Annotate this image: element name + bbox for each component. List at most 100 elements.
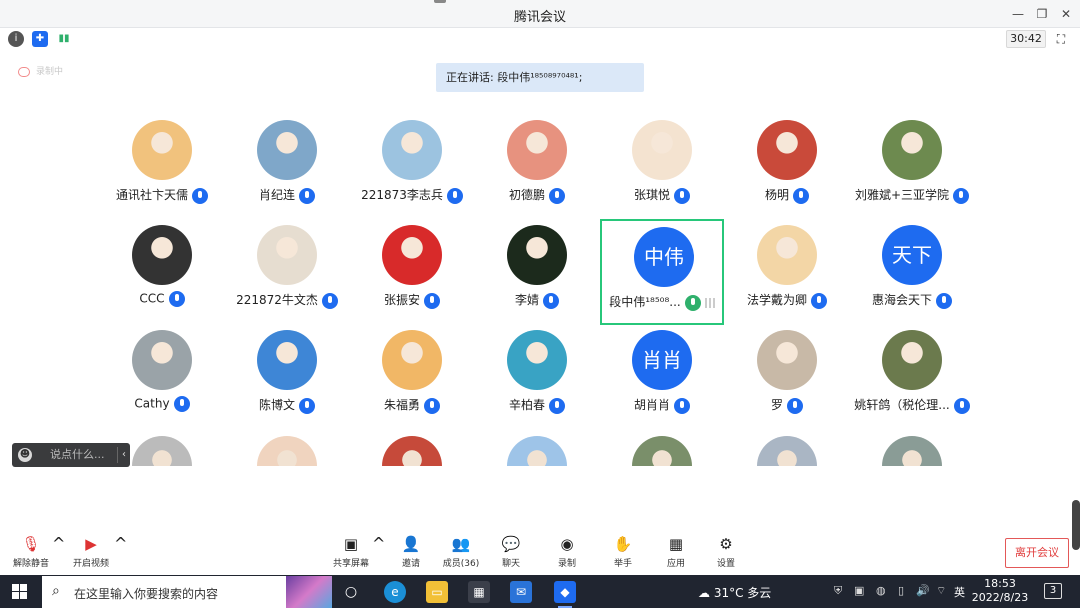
unmute-button[interactable]: 🎙 解除静音 (6, 534, 56, 572)
participant-tile[interactable]: 法学戴为卿 (725, 225, 849, 329)
participant-name-line: 221872牛文杰 (225, 291, 349, 311)
participant-avatar (882, 120, 942, 180)
participant-tile[interactable]: 天下 惠海会天下 (850, 225, 974, 329)
volume-icon[interactable]: 🔊 (916, 584, 930, 597)
ime-indicator[interactable]: 英 (954, 584, 965, 600)
mic-icon (674, 187, 690, 204)
settings-label: 设置 (716, 559, 735, 569)
share-options-chevron-icon[interactable]: ^ (372, 534, 385, 572)
participant-tile[interactable]: 肖肖 胡肖肖 (600, 330, 724, 434)
participant-tile[interactable]: CCC (100, 225, 224, 329)
record-label: 录制 (557, 559, 576, 569)
chat-placeholder[interactable]: 说点什么... (50, 443, 105, 467)
record-button[interactable]: ◉ 录制 (542, 534, 592, 572)
tray-shield-icon[interactable]: ⛨ (834, 584, 842, 598)
participant-avatar-partial[interactable] (382, 436, 442, 466)
pin-handle[interactable] (434, 0, 446, 3)
notification-icon[interactable]: 3 (1044, 583, 1062, 599)
minimize-icon[interactable]: — (1008, 4, 1028, 24)
tray-image-icon[interactable]: ▣ (854, 584, 864, 597)
shield-icon[interactable]: ✚ (32, 31, 48, 47)
participant-avatar (757, 330, 817, 390)
mic-icon (192, 187, 208, 204)
video-options-chevron-icon[interactable]: ^ (114, 534, 127, 572)
participant-avatar-partial[interactable] (882, 436, 942, 466)
participant-tile[interactable]: 陈博文 (225, 330, 349, 434)
participant-tile[interactable]: 刘雅斌+三亚学院 (850, 120, 974, 224)
chat-button[interactable]: 💬 聊天 (486, 534, 536, 572)
search-placeholder[interactable]: 在这里输入你要搜索的内容 (74, 585, 218, 602)
participant-avatar-partial[interactable] (757, 436, 817, 466)
participant-tile[interactable]: 辛柏春 (475, 330, 599, 434)
cloud-record-icon (18, 66, 30, 77)
participant-name: 杨明 (764, 188, 789, 202)
signal-icon[interactable]: ▮▮ (56, 31, 72, 47)
side-handle[interactable] (1072, 500, 1080, 550)
participant-tile[interactable]: 中伟 段中伟¹⁸⁵⁰⁸... (600, 219, 724, 325)
participant-tile[interactable]: 221873李志兵 (350, 120, 474, 224)
tencent-meeting-taskbar-icon[interactable]: ◆ (554, 581, 576, 608)
participant-tile[interactable]: 姚轩鸽（税伦理... (850, 330, 974, 434)
chat-bubble-icon: 💬 (501, 535, 521, 553)
emoji-icon[interactable]: ☻ (18, 448, 32, 462)
raise-hand-button[interactable]: ✋ 举手 (598, 534, 648, 572)
store-icon[interactable]: ▦ (468, 581, 490, 603)
fullscreen-icon[interactable]: ⛶ (1054, 32, 1068, 46)
speaking-banner: 正在讲话: 段中伟¹⁸⁵⁰⁸⁹⁷⁰⁴⁸¹; (436, 63, 644, 92)
status-bar: i ✚ ▮▮ 30:42 ⛶ (0, 28, 1080, 50)
participant-name: 法学戴为卿 (746, 293, 807, 307)
share-screen-button[interactable]: ▣ 共享屏幕 (326, 534, 376, 572)
edge-browser-icon[interactable]: e (384, 581, 406, 603)
participant-avatar (507, 330, 567, 390)
task-view-icon[interactable]: ○ (340, 581, 362, 603)
leave-meeting-button[interactable]: 离开会议 (1005, 538, 1069, 568)
participant-tile[interactable]: 肖纪连 (225, 120, 349, 224)
participant-name: 辛柏春 (508, 398, 545, 412)
tray-usb-icon[interactable]: ▯ (898, 584, 904, 597)
participant-tile[interactable]: 张振安 (350, 225, 474, 329)
participant-tile[interactable]: 朱福勇 (350, 330, 474, 434)
participant-tile[interactable]: 杨明 (725, 120, 849, 224)
invite-button[interactable]: 👤 邀请 (386, 534, 436, 572)
participant-tile[interactable]: 李婧 (475, 225, 599, 329)
participant-avatar-partial[interactable] (132, 436, 192, 466)
close-icon[interactable]: ✕ (1056, 4, 1076, 24)
participant-name-line: 胡肖肖 (600, 396, 724, 416)
file-explorer-icon[interactable]: ▭ (426, 581, 448, 603)
participant-tile[interactable]: 通讯社卞天儒 (100, 120, 224, 224)
restore-icon[interactable]: ❐ (1032, 4, 1052, 24)
participant-tile[interactable]: 罗 (725, 330, 849, 434)
system-clock[interactable]: 18:53 2022/8/23 (970, 577, 1030, 605)
mic-icon (446, 187, 463, 204)
participant-tile[interactable]: 初德鹏 (475, 120, 599, 224)
participant-name-line: 通讯社卞天儒 (100, 186, 224, 206)
taskbar-search-box[interactable]: ⌕ 在这里输入你要搜索的内容 (42, 576, 332, 608)
chat-input-bar[interactable]: ☻ 说点什么... ‹ (12, 443, 130, 467)
participant-name: Cathy (134, 396, 170, 411)
windows-start-icon[interactable] (12, 584, 27, 599)
participant-tile[interactable]: 221872牛文杰 (225, 225, 349, 329)
participant-avatar-partial[interactable] (257, 436, 317, 466)
wifi-icon[interactable]: ⌔ (936, 584, 946, 598)
members-button[interactable]: 👥 成员(36) (436, 534, 486, 572)
participant-tile[interactable]: Cathy (100, 330, 224, 434)
settings-button[interactable]: ⚙ 设置 (701, 534, 751, 572)
info-icon[interactable]: i (8, 31, 24, 47)
participant-avatar-partial[interactable] (632, 436, 692, 466)
participant-avatar-partial[interactable] (507, 436, 567, 466)
recording-label: 录制中 (36, 67, 64, 77)
participant-name-line: 辛柏春 (475, 396, 599, 416)
apps-button[interactable]: ▦ 应用 (651, 534, 701, 572)
mail-icon[interactable]: ✉ (510, 581, 532, 603)
participant-tile[interactable]: 张琪悦 (600, 120, 724, 224)
divider (117, 447, 118, 463)
participant-name-line: 张琪悦 (600, 186, 724, 206)
participant-avatar (632, 120, 692, 180)
collapse-chevron-icon[interactable]: ‹ (122, 443, 126, 467)
start-video-button[interactable]: ▶ 开启视频 (66, 534, 116, 572)
tray-wechat-icon[interactable]: ◍ (876, 584, 886, 597)
add-person-icon: 👤 (401, 535, 421, 553)
meeting-timer: 30:42 (1006, 30, 1046, 48)
audio-options-chevron-icon[interactable]: ^ (52, 534, 65, 572)
weather-widget[interactable]: ☁ 31°C 多云 (698, 584, 771, 601)
